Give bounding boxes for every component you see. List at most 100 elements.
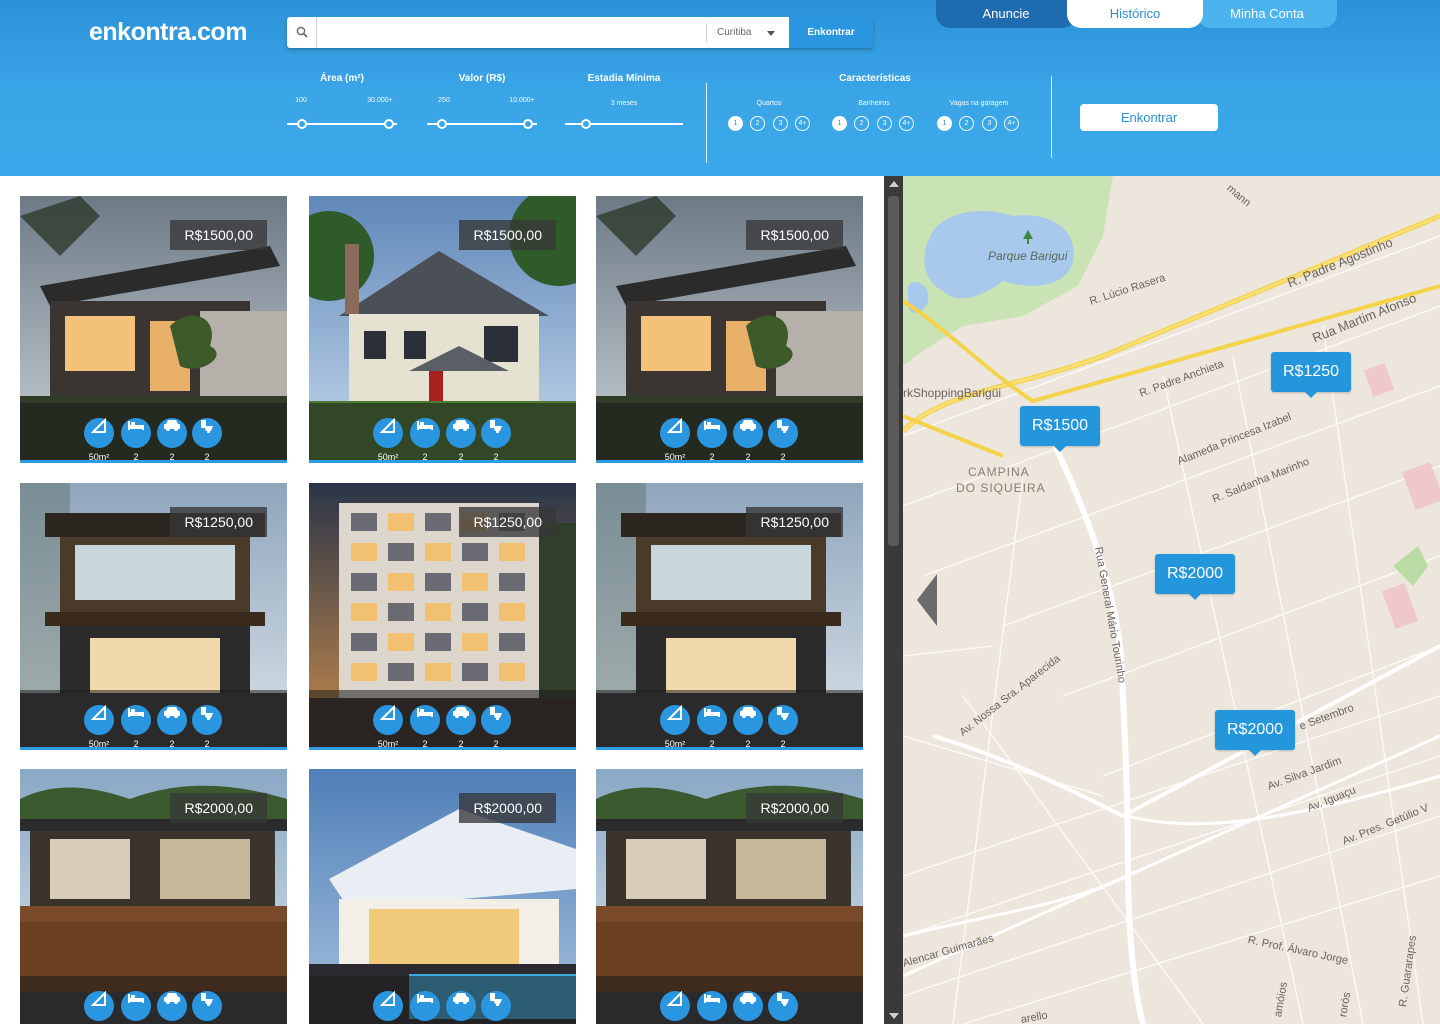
tree-icon: [1022, 230, 1034, 249]
banheiros-option[interactable]: 3: [877, 116, 892, 131]
map-label: rkShoppingBarigüi: [903, 386, 1002, 400]
listing-price: R$1500,00: [170, 220, 267, 250]
banheiros-option[interactable]: 4+: [899, 116, 914, 131]
feature-cars: 2: [446, 411, 476, 460]
feature-cars: 2: [733, 698, 763, 747]
estadia-value-label: 3 meses: [610, 100, 638, 107]
quartos-option[interactable]: 2: [750, 116, 765, 131]
listing-card[interactable]: R$2000,0050m²222: [20, 769, 287, 1024]
tab-anuncie[interactable]: Anuncie: [936, 0, 1076, 28]
scroll-up-icon[interactable]: [889, 181, 899, 187]
valor-slider-min-handle[interactable]: [437, 119, 447, 129]
scroll-down-icon[interactable]: [889, 1013, 899, 1019]
bed-icon: [121, 705, 151, 735]
feature-baths-value: 2: [493, 452, 499, 462]
search-button[interactable]: Enkontrar: [789, 17, 873, 48]
bed-icon: [410, 991, 440, 1021]
car-icon: [157, 991, 187, 1021]
header: enkontra.com Curitiba Enkontrar Anuncie …: [0, 0, 1440, 176]
city-select[interactable]: Curitiba: [706, 23, 788, 42]
search-input[interactable]: [318, 20, 703, 45]
feature-beds-value: 2: [422, 739, 428, 749]
listing-features: 50m²222: [596, 976, 863, 1024]
listing-card[interactable]: R$1500,00 50m² 2 2 2: [309, 196, 576, 463]
feature-beds-value: 2: [422, 452, 428, 462]
map-price-pin[interactable]: R$1250: [1271, 352, 1352, 398]
collapse-map-icon[interactable]: [917, 574, 937, 626]
estadia-slider-handle[interactable]: [581, 119, 591, 129]
city-select-value: Curitiba: [717, 27, 752, 38]
car-icon: [157, 705, 187, 735]
tab-historico[interactable]: Histórico: [1067, 0, 1203, 28]
feature-baths-value: 2: [204, 739, 210, 749]
feature-area: 50m²: [660, 984, 690, 1024]
area-icon: [660, 991, 690, 1021]
feature-area: 50m²: [373, 698, 403, 747]
vagas-option[interactable]: 3: [982, 116, 997, 131]
listing-card[interactable]: R$2000,0050m²222: [596, 769, 863, 1024]
map[interactable]: Parque Barigui R. Lúcio Rasera R. Padre …: [903, 176, 1440, 1024]
feature-cars: 2: [446, 698, 476, 749]
area-icon: [84, 418, 114, 448]
bath-icon: [768, 705, 798, 735]
logo[interactable]: enkontra.com: [89, 18, 247, 47]
listing-price: R$1500,00: [459, 220, 556, 250]
quartos-option[interactable]: 1: [728, 116, 743, 131]
search-icon[interactable]: [287, 17, 317, 48]
banheiros-option[interactable]: 2: [854, 116, 869, 131]
quartos-option[interactable]: 3: [773, 116, 788, 131]
filter-divider: [1051, 76, 1052, 158]
feature-cars: 2: [157, 984, 187, 1024]
area-icon: [373, 418, 403, 448]
car-icon: [446, 418, 476, 448]
banheiros-option[interactable]: 1: [832, 116, 847, 131]
vagas-option[interactable]: 2: [959, 116, 974, 131]
listing-card[interactable]: R$1250,00 50m² 2 2 2: [596, 483, 863, 750]
valor-slider-max-handle[interactable]: [523, 119, 533, 129]
vagas-option[interactable]: 1: [937, 116, 952, 131]
listing-price: R$1250,00: [746, 507, 843, 537]
tab-minha-conta[interactable]: Minha Conta: [1197, 0, 1337, 28]
map-price-pin[interactable]: R$2000: [1155, 554, 1236, 600]
area-icon: [84, 705, 114, 735]
estadia-filter-label: Estadia Mínima: [587, 73, 661, 84]
feature-area-value: 50m²: [377, 452, 399, 462]
vagas-option[interactable]: 4+: [1004, 116, 1019, 131]
bath-icon: [481, 705, 511, 735]
car-icon: [446, 705, 476, 735]
feature-beds: 2: [121, 698, 151, 747]
map-price-pin[interactable]: R$1500: [1020, 406, 1101, 452]
listing-features: 50m²222: [20, 976, 287, 1024]
listing-card[interactable]: R$1500,00 50m² 2 2 2: [20, 196, 287, 463]
map-price-pin[interactable]: R$2000: [1215, 710, 1296, 756]
map-label: Parque Barigui: [988, 249, 1068, 263]
area-icon: [660, 418, 690, 448]
area-slider-min-handle[interactable]: [297, 119, 307, 129]
chevron-down-icon: [767, 31, 775, 36]
quartos-option[interactable]: 4+: [795, 116, 810, 131]
map-label: CAMPINA: [968, 465, 1030, 479]
car-icon: [446, 991, 476, 1021]
car-icon: [157, 418, 187, 448]
listing-card[interactable]: R$1250,00 50m² 2 2 2: [309, 483, 576, 750]
feature-baths-value: 2: [780, 452, 786, 462]
enkontrar-button[interactable]: Enkontrar: [1080, 104, 1218, 131]
scrollbar[interactable]: [884, 176, 903, 1024]
listing-card[interactable]: R$1250,00 50m² 2 2 2: [20, 483, 287, 750]
listing-card[interactable]: R$2000,0050m²222: [309, 769, 576, 1024]
listing-features: 50m²222: [20, 690, 287, 747]
bed-icon: [697, 418, 727, 448]
area-icon: [373, 991, 403, 1021]
banheiros-label: Banheiros: [858, 100, 890, 107]
feature-baths: 2: [481, 984, 511, 1024]
listing-price: R$1500,00: [746, 220, 843, 250]
listing-features: 50m²222: [596, 690, 863, 747]
area-slider-max-handle[interactable]: [384, 119, 394, 129]
feature-baths: 2: [192, 698, 222, 749]
feature-cars-value: 2: [458, 739, 464, 749]
area-icon: [84, 991, 114, 1021]
feature-area: 50m²: [373, 984, 403, 1024]
feature-cars: 2: [446, 984, 476, 1024]
listing-card[interactable]: R$1500,00 50m² 2 2 2: [596, 196, 863, 463]
scroll-thumb[interactable]: [888, 196, 899, 546]
